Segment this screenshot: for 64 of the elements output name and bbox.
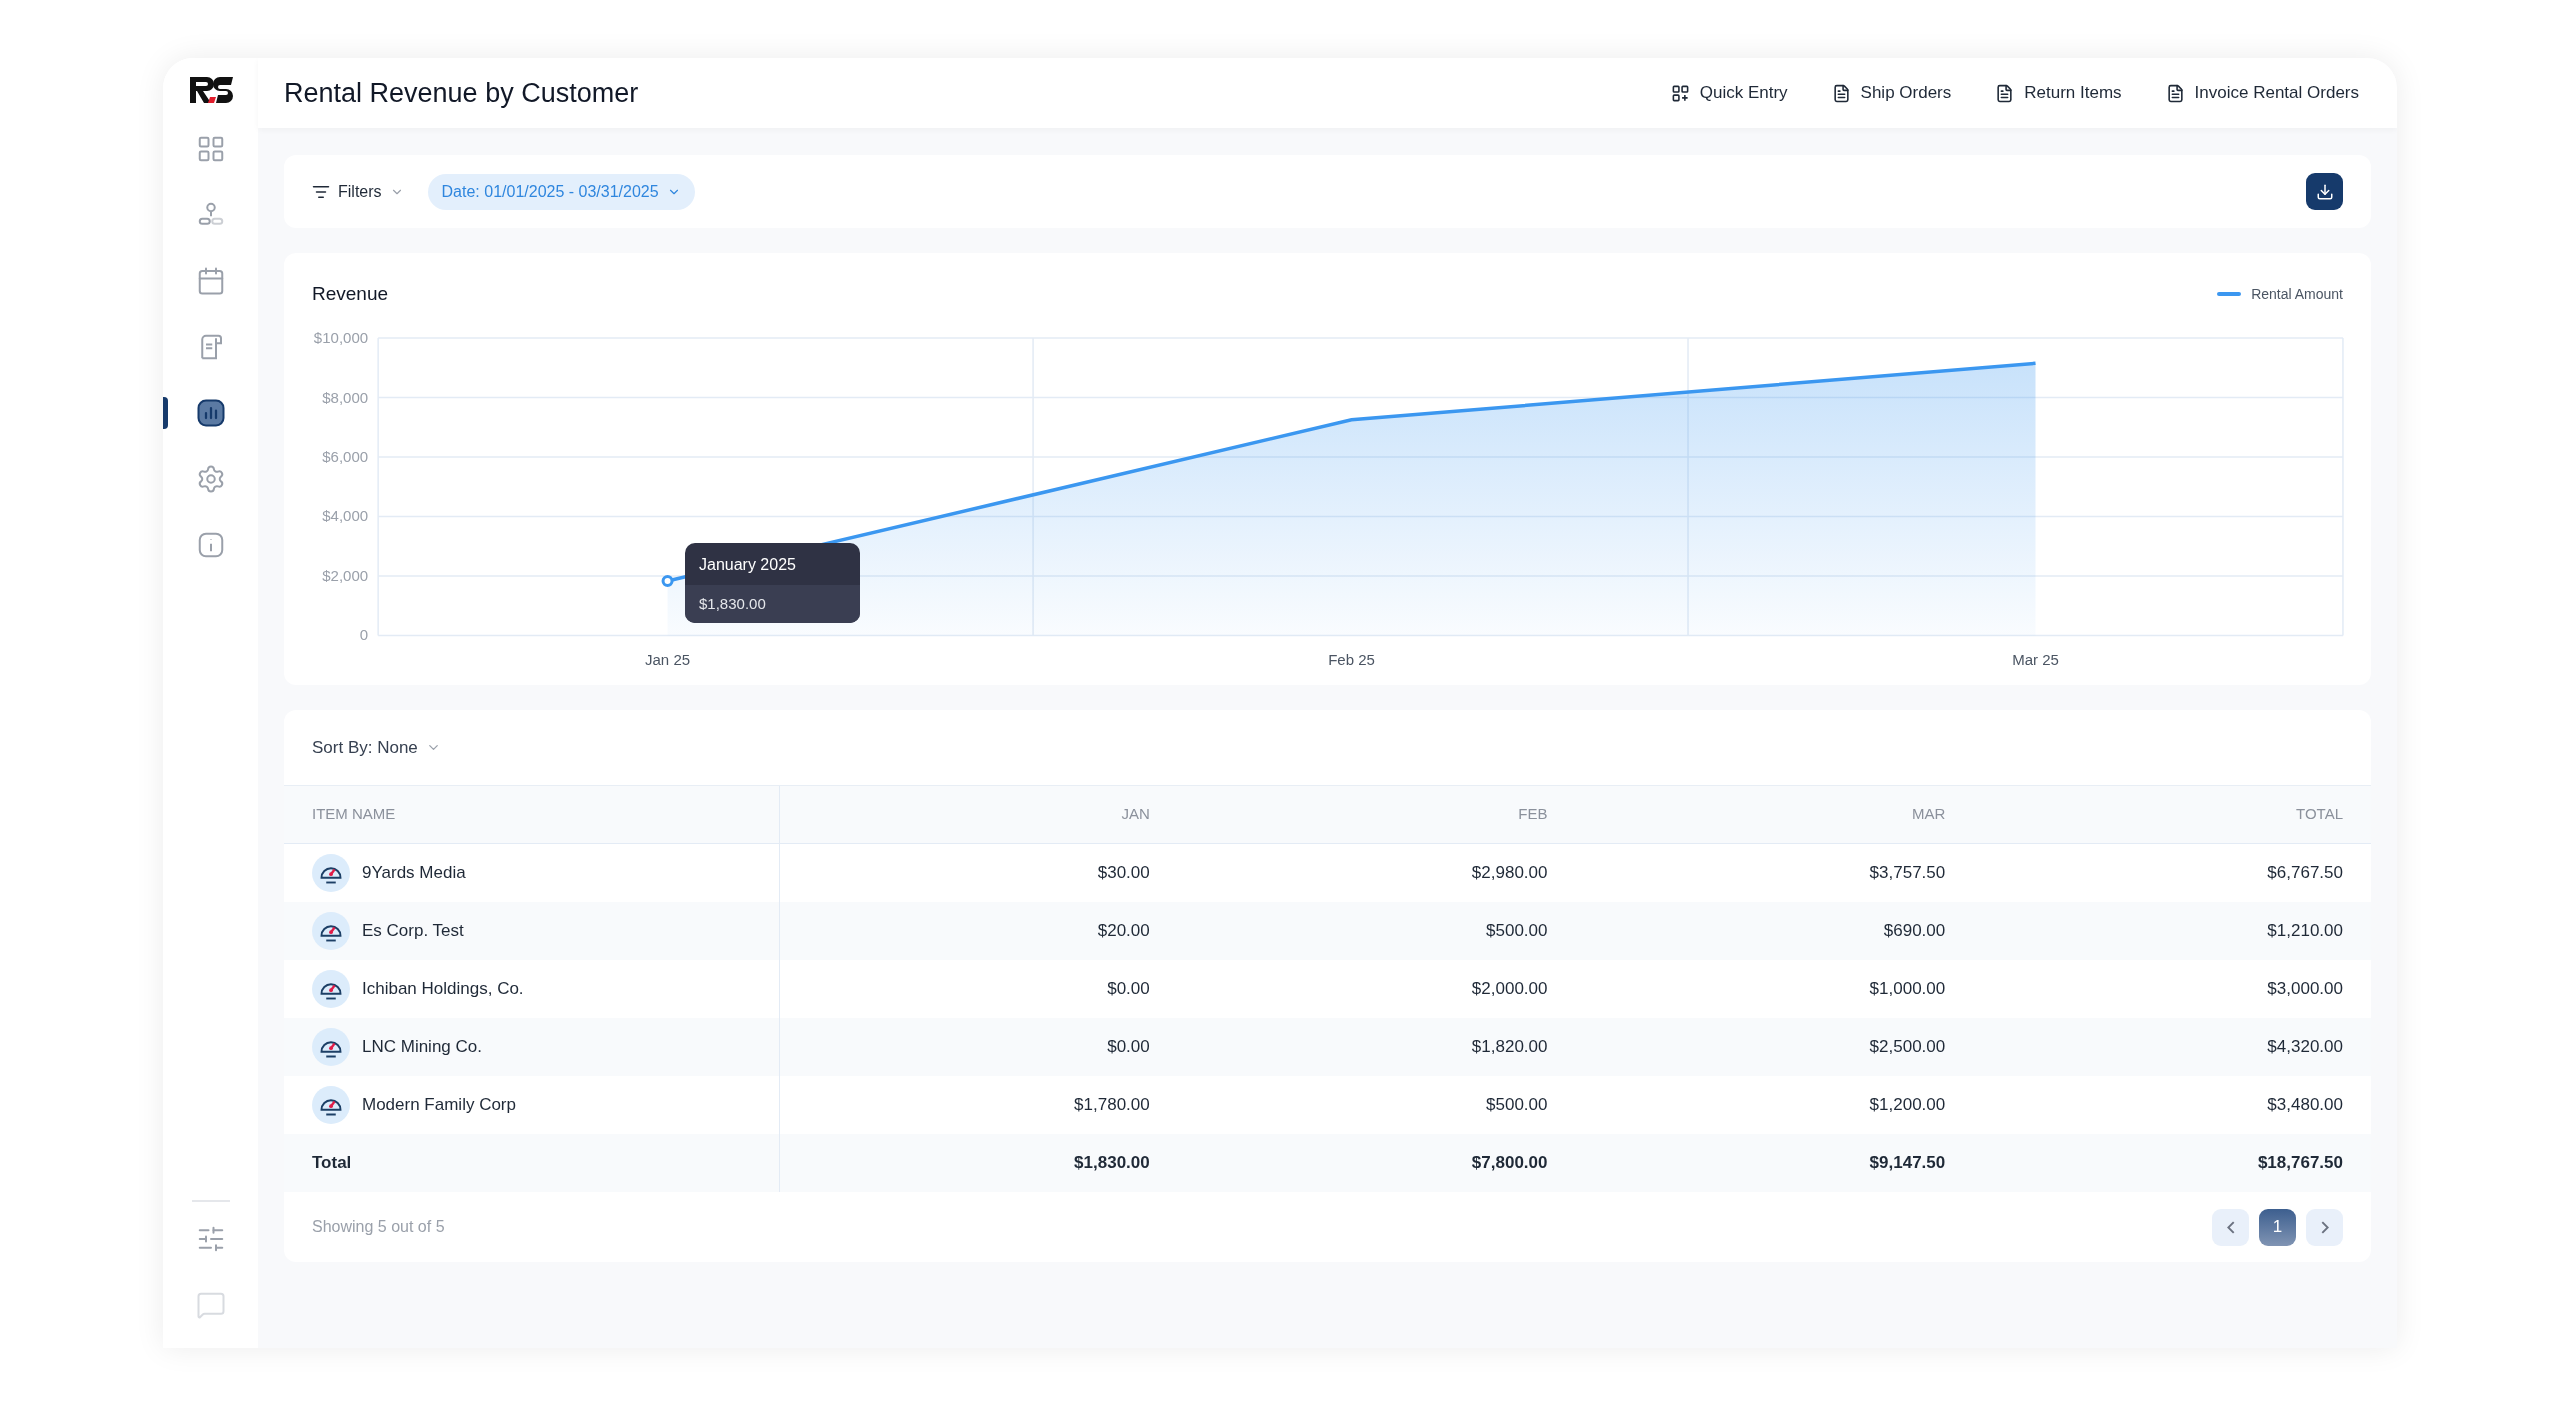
customer-name: Ichiban Holdings, Co. <box>362 978 524 1001</box>
total-cell: $9,147.50 <box>1575 1134 1974 1192</box>
pagination-summary: Showing 5 out of 5 <box>312 1217 445 1237</box>
y-tick-label: $10,000 <box>313 328 369 346</box>
column-header: TOTAL <box>1973 786 2371 844</box>
customer-name: LNC Mining Co. <box>362 1036 482 1059</box>
column-header: FEB <box>1177 786 1576 844</box>
legend-label: Rental Amount <box>2251 284 2343 304</box>
tooltip-value: $1,830.00 <box>685 584 860 623</box>
column-header: ITEM NAME <box>284 786 780 844</box>
header-action[interactable]: Ship Orders <box>1831 80 1952 106</box>
table-cell: $500.00 <box>1177 902 1576 960</box>
customer-name: Es Corp. Test <box>362 920 464 943</box>
gauge-icon <box>312 1028 350 1066</box>
gauge-icon <box>312 912 350 950</box>
tooltip-title: January 2025 <box>698 554 797 575</box>
download-icon <box>2315 182 2334 201</box>
chart-title: Revenue <box>312 282 389 306</box>
total-cell: $1,830.00 <box>780 1134 1178 1192</box>
page-button[interactable]: 1 <box>2259 1208 2296 1246</box>
table-cell: $2,500.00 <box>1575 1018 1974 1076</box>
document-icon <box>2165 83 2185 103</box>
sidebar-icon[interactable] <box>195 1290 226 1320</box>
sort-dropdown[interactable]: Sort By: None <box>312 734 441 761</box>
legend-swatch <box>2217 292 2242 297</box>
gauge-icon <box>312 970 350 1008</box>
y-tick-label: $6,000 <box>322 447 369 465</box>
customer-name: Modern Family Corp <box>362 1094 516 1117</box>
table-cell: $690.00 <box>1575 902 1974 960</box>
table-cell: $20.00 <box>780 902 1178 960</box>
previous-page-button[interactable] <box>2212 1208 2249 1246</box>
gauge-icon <box>312 1086 350 1124</box>
header-action[interactable]: Return Items <box>1995 80 2122 106</box>
data-point <box>661 574 674 587</box>
customer-name: 9Yards Media <box>362 862 466 885</box>
header-action[interactable]: Quick Entry <box>1670 80 1788 106</box>
grid-plus-icon <box>1670 83 1690 103</box>
y-tick-label: $8,000 <box>322 388 369 405</box>
table-cell: $1,210.00 <box>1973 902 2371 960</box>
reports-icon[interactable] <box>195 398 226 428</box>
column-header: MAR <box>1575 786 1974 844</box>
column-header: JAN <box>780 786 1178 844</box>
table-cell: $0.00 <box>780 1018 1178 1076</box>
x-tick-label: Mar 25 <box>2012 651 2059 668</box>
page-title: Rental Revenue by Customer <box>284 76 639 110</box>
total-cell: $7,800.00 <box>1177 1134 1576 1192</box>
chevron-right-icon <box>2320 1220 2329 1234</box>
y-tick-label: 0 <box>359 625 369 643</box>
document-icon <box>1831 83 1851 103</box>
gauge-icon <box>312 854 350 892</box>
x-tick-label: Jan 25 <box>645 651 691 668</box>
x-tick-label: Feb 25 <box>1328 651 1375 668</box>
header-action[interactable]: Invoice Rental Orders <box>2165 80 2359 106</box>
total-cell: $18,767.50 <box>1973 1134 2371 1192</box>
next-page-button[interactable] <box>2306 1208 2343 1246</box>
table-cell: $1,820.00 <box>1177 1018 1576 1076</box>
y-tick-label: $4,000 <box>322 507 369 524</box>
y-tick-label: $2,000 <box>322 566 369 584</box>
table-cell: $4,320.00 <box>1973 1018 2371 1076</box>
download-button[interactable] <box>2306 173 2343 210</box>
total-label: Total <box>284 1134 780 1192</box>
document-icon <box>1995 83 2015 103</box>
chevron-left-icon <box>2226 1220 2235 1234</box>
filters-button[interactable]: Filters <box>312 179 404 204</box>
